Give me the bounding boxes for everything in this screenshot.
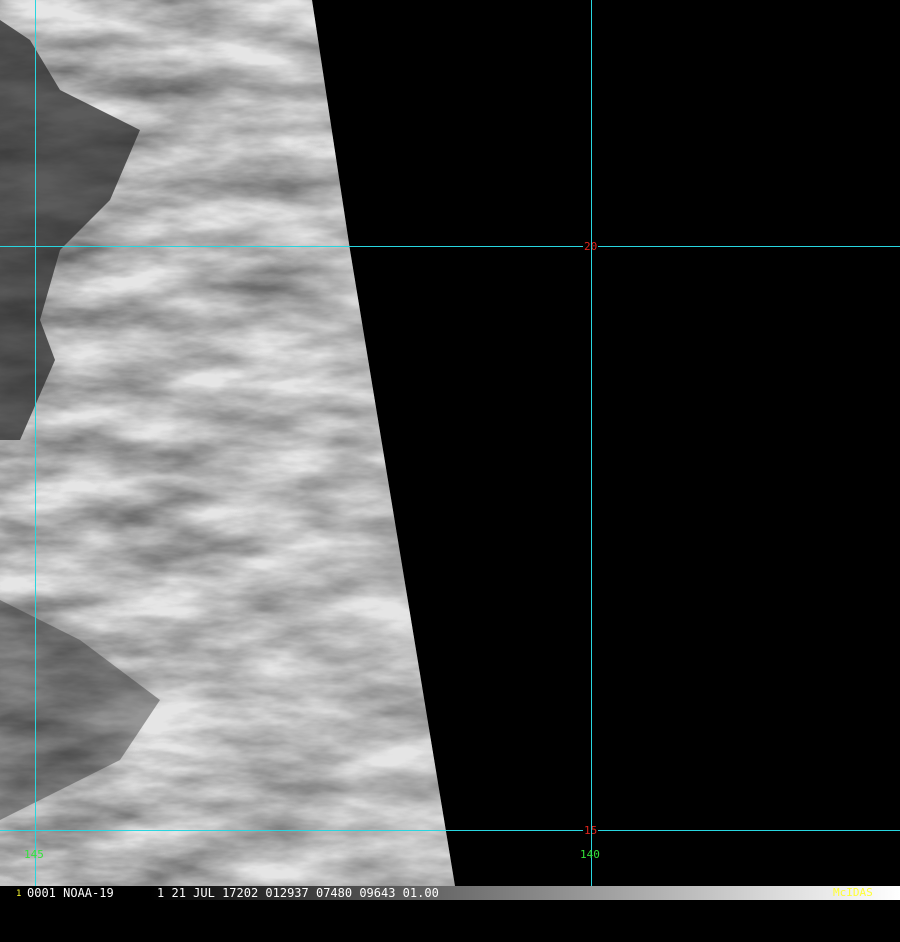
longitude-label-140: 140	[580, 848, 600, 861]
latitude-line-20	[0, 246, 900, 247]
longitude-label-145: 145	[24, 848, 44, 861]
longitude-line-145	[35, 0, 36, 886]
latitude-line-15	[0, 830, 900, 831]
mcidas-brand-label: McIDAS	[833, 886, 873, 899]
status-bar: 1 0001 NOAA-19 1 21 JUL 17202 012937 074…	[0, 886, 900, 900]
satellite-image-viewport[interactable]	[0, 0, 900, 900]
satellite-cloud-imagery	[0, 0, 455, 886]
image-metadata-text: 0001 NOAA-19 1 21 JUL 17202 012937 07480…	[27, 886, 439, 900]
longitude-line-140	[591, 0, 592, 886]
frame-number: 1	[16, 889, 22, 899]
